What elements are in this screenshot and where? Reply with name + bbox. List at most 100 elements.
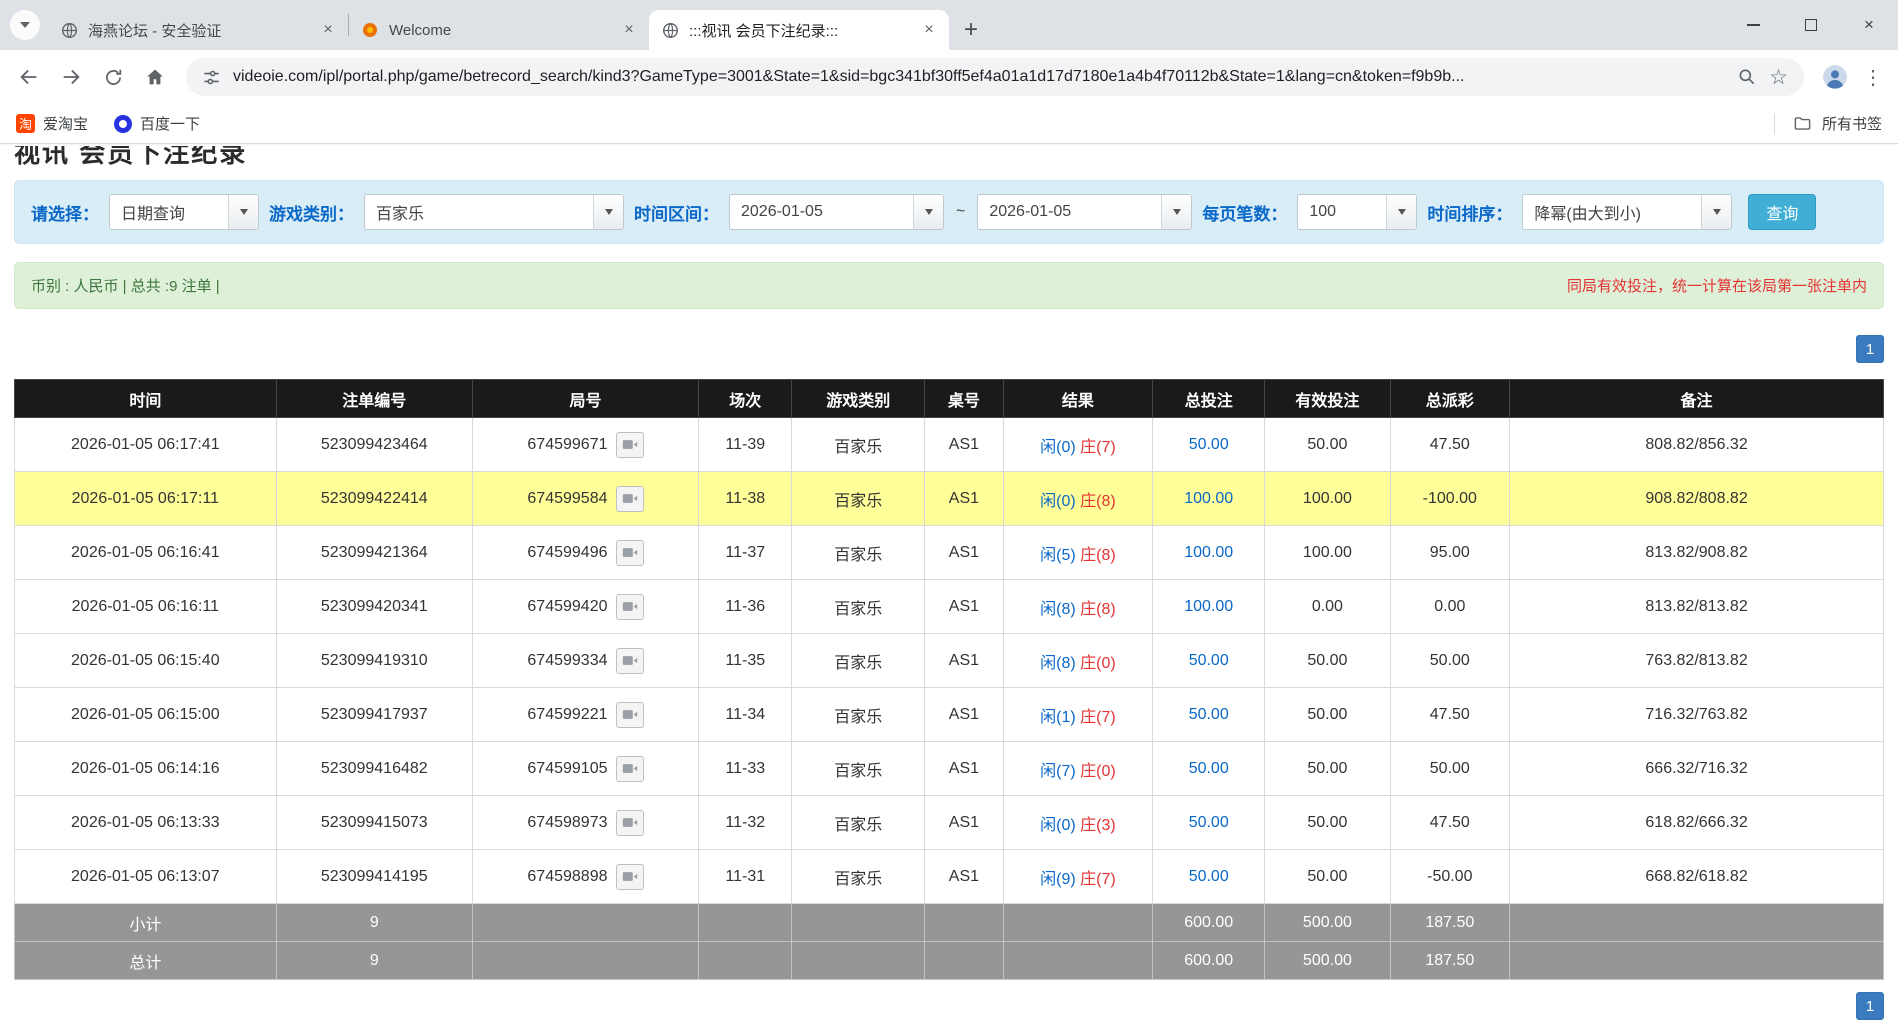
table-row: 2026-01-05 06:17:11 523099422414 6745995… — [15, 472, 1884, 526]
tab-search-button[interactable] — [10, 10, 40, 40]
sort-order-select[interactable]: 降幂(由大到小) — [1522, 194, 1732, 230]
cell-bet-id: 523099414195 — [276, 850, 472, 904]
video-replay-button[interactable] — [616, 594, 644, 620]
total-bet-link[interactable]: 50.00 — [1189, 706, 1229, 723]
cell-game-type: 百家乐 — [792, 472, 925, 526]
cell-game-type: 百家乐 — [792, 526, 925, 580]
video-replay-button[interactable] — [616, 702, 644, 728]
banker-result: 庄(3) — [1080, 817, 1116, 834]
cell-total-bet: 50.00 — [1153, 688, 1265, 742]
video-replay-button[interactable] — [616, 486, 644, 512]
cell-note: 763.82/813.82 — [1510, 634, 1884, 688]
cell-game-type: 百家乐 — [792, 634, 925, 688]
query-type-select[interactable]: 日期查询 — [109, 194, 259, 230]
video-replay-button[interactable] — [616, 540, 644, 566]
total-bet-link[interactable]: 50.00 — [1189, 652, 1229, 669]
url-text[interactable]: videoie.com/ipl/portal.php/game/betrecor… — [233, 68, 1725, 86]
all-bookmarks-button[interactable]: 所有书签 — [1774, 113, 1882, 135]
close-window-button[interactable]: × — [1840, 0, 1898, 50]
cell-bet-id: 523099420341 — [276, 580, 472, 634]
new-tab-button[interactable]: + — [955, 14, 987, 46]
game-type-select[interactable]: 百家乐 — [364, 194, 624, 230]
banker-result: 庄(0) — [1080, 655, 1116, 672]
bookmark-star-icon[interactable]: ☆ — [1769, 67, 1788, 88]
cell-result: 闲(0) 庄(3) — [1003, 796, 1153, 850]
subtotal-count: 9 — [276, 904, 472, 942]
tab-haiyan-forum[interactable]: 海燕论坛 - 安全验证 × — [48, 10, 348, 50]
page-size-select[interactable]: 100 — [1297, 194, 1417, 230]
minimize-icon — [1747, 24, 1760, 26]
total-bet-link[interactable]: 100.00 — [1184, 490, 1233, 507]
date-from-input[interactable]: 2026-01-05 — [729, 194, 944, 230]
round-id-text: 674598898 — [527, 868, 607, 885]
video-replay-button[interactable] — [616, 810, 644, 836]
tab-title: :::视讯 会员下注纪录::: — [689, 20, 909, 41]
chevron-down-icon[interactable] — [1701, 195, 1731, 229]
video-replay-button[interactable] — [616, 432, 644, 458]
tab-welcome[interactable]: Welcome × — [349, 10, 649, 50]
reload-button[interactable] — [94, 58, 132, 96]
currency-total-text: 币别 : 人民币 | 总共 :9 注单 | — [31, 275, 220, 296]
total-bet-link[interactable]: 100.00 — [1184, 598, 1233, 615]
total-valid-bet: 500.00 — [1265, 942, 1390, 980]
page-number-button[interactable]: 1 — [1856, 335, 1884, 363]
zoom-icon[interactable] — [1737, 67, 1757, 87]
close-tab-icon[interactable]: × — [619, 20, 639, 40]
sort-order-value: 降幂(由大到小) — [1523, 195, 1701, 229]
site-settings-icon[interactable] — [202, 68, 221, 87]
cell-time: 2026-01-05 06:17:11 — [15, 472, 277, 526]
pagination-top: 1 — [14, 335, 1884, 363]
player-result: 闲(0) — [1040, 439, 1076, 456]
cell-session: 11-31 — [699, 850, 792, 904]
cell-note: 666.32/716.32 — [1510, 742, 1884, 796]
video-replay-button[interactable] — [616, 648, 644, 674]
profile-avatar[interactable] — [1816, 58, 1854, 96]
time-range-label: 时间区间： — [634, 200, 719, 225]
cell-bet-id: 523099422414 — [276, 472, 472, 526]
player-result: 闲(0) — [1040, 817, 1076, 834]
cell-note: 808.82/856.32 — [1510, 418, 1884, 472]
bookmark-label: 爱淘宝 — [43, 113, 88, 134]
cell-time: 2026-01-05 06:13:07 — [15, 850, 277, 904]
back-button[interactable] — [10, 58, 48, 96]
forward-button[interactable] — [52, 58, 90, 96]
video-replay-button[interactable] — [616, 864, 644, 890]
close-tab-icon[interactable]: × — [919, 20, 939, 40]
cell-bet-id: 523099421364 — [276, 526, 472, 580]
video-replay-icon — [622, 708, 638, 721]
address-bar[interactable]: videoie.com/ipl/portal.php/game/betrecor… — [186, 58, 1804, 96]
cell-time: 2026-01-05 06:14:16 — [15, 742, 277, 796]
maximize-button[interactable] — [1782, 0, 1840, 50]
home-button[interactable] — [136, 58, 174, 96]
cell-total-bet: 100.00 — [1153, 526, 1265, 580]
valid-bet-notice: 同局有效投注，统一计算在该局第一张注单内 — [1567, 275, 1867, 296]
cell-result: 闲(8) 庄(8) — [1003, 580, 1153, 634]
tab-bet-record-active[interactable]: :::视讯 会员下注纪录::: × — [649, 10, 949, 50]
chevron-down-icon[interactable] — [913, 195, 943, 229]
total-bet-link[interactable]: 50.00 — [1189, 868, 1229, 885]
video-replay-icon — [622, 492, 638, 505]
chevron-down-icon[interactable] — [228, 195, 258, 229]
browser-tab-strip: 海燕论坛 - 安全验证 × Welcome × :::视讯 会员下注纪录::: … — [0, 0, 1898, 50]
minimize-button[interactable] — [1724, 0, 1782, 50]
cell-valid-bet: 50.00 — [1265, 634, 1390, 688]
date-to-input[interactable]: 2026-01-05 — [977, 194, 1192, 230]
browser-menu-button[interactable]: ⋮ — [1858, 65, 1888, 90]
chevron-down-icon[interactable] — [1386, 195, 1416, 229]
bookmark-baidu[interactable]: 百度一下 — [114, 113, 200, 134]
close-tab-icon[interactable]: × — [318, 20, 338, 40]
round-id-text: 674599105 — [527, 760, 607, 777]
total-bet-link[interactable]: 100.00 — [1184, 544, 1233, 561]
chevron-down-icon[interactable] — [593, 195, 623, 229]
video-replay-button[interactable] — [616, 756, 644, 782]
total-bet-link[interactable]: 50.00 — [1189, 760, 1229, 777]
total-bet-link[interactable]: 50.00 — [1189, 436, 1229, 453]
cell-total-bet: 100.00 — [1153, 472, 1265, 526]
search-button[interactable]: 查询 — [1748, 194, 1816, 230]
subtotal-payout: 187.50 — [1390, 904, 1510, 942]
total-bet-link[interactable]: 50.00 — [1189, 814, 1229, 831]
bookmark-taobao[interactable]: 淘 爱淘宝 — [16, 113, 88, 134]
page-number-button[interactable]: 1 — [1856, 992, 1884, 1020]
round-id-text: 674599671 — [527, 436, 607, 453]
chevron-down-icon[interactable] — [1161, 195, 1191, 229]
